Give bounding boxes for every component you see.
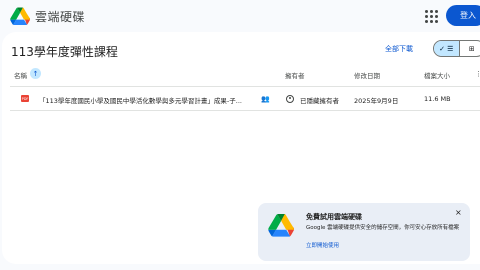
file-size: 11.6 MB <box>424 95 451 103</box>
file-name[interactable]: 「113學年度國民小學及國民中學活化數學與多元學習計畫」成果-子... <box>39 95 242 105</box>
view-toggle[interactable]: ✓ ☰ ⊞ <box>433 40 480 57</box>
page-title: 113學年度彈性課程 <box>11 45 118 59</box>
top-bar: 雲端硬碟 登入 <box>0 0 480 32</box>
drive-logo-icon[interactable] <box>10 7 30 25</box>
header-divider <box>10 86 480 87</box>
column-header-name[interactable]: 名稱 <box>14 70 27 80</box>
sort-ascending-icon[interactable]: ↑ <box>30 68 41 79</box>
download-all-button[interactable]: 全部下載 <box>385 44 413 54</box>
list-view-button[interactable]: ✓ ☰ <box>434 41 460 56</box>
promo-body: Google 雲端硬碟提供安全的儲存空間，你可安心存放所有檔案 <box>306 225 460 231</box>
file-modified-date: 2025年9月9日 <box>354 97 399 105</box>
promo-start-link[interactable]: 立即開始使用 <box>306 241 339 249</box>
row-divider <box>10 110 480 111</box>
pdf-file-icon: PDF <box>21 95 29 102</box>
people-icon: 👥 <box>261 95 270 103</box>
close-icon[interactable]: × <box>455 208 462 217</box>
list-view-icon: ✓ ☰ <box>439 44 454 53</box>
column-header-owner: 擁有者 <box>285 72 305 80</box>
owner-avatar-icon <box>286 95 294 103</box>
grid-view-button[interactable]: ⊞ <box>460 41 480 56</box>
app-title: 雲端硬碟 <box>35 10 86 24</box>
sign-in-button[interactable]: 登入 <box>446 5 480 26</box>
column-header-modified[interactable]: 修改日期 <box>354 70 380 80</box>
drive-logo-icon <box>268 213 294 237</box>
promo-title: 免費試用雲端硬碟 <box>306 213 362 221</box>
google-apps-icon[interactable] <box>424 9 438 23</box>
grid-view-icon: ⊞ <box>468 44 475 53</box>
column-options-icon[interactable]: ⋮ <box>475 70 480 78</box>
column-header-size[interactable]: 檔案大小 <box>424 70 450 80</box>
file-owner: 已隱藏擁有者 <box>300 97 339 105</box>
